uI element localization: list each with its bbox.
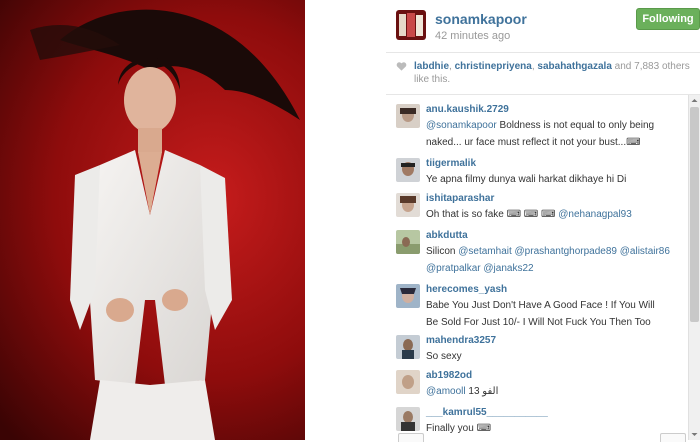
comment-mention[interactable]: @nehanagpal93 (558, 209, 632, 220)
bottom-control-left[interactable] (398, 433, 424, 442)
commenter-username[interactable]: herecomes_yash (426, 284, 507, 295)
likes-section: labdhie, christinepriyena, sabahathgazal… (386, 52, 700, 95)
commenter-username[interactable]: ishitaparashar (426, 193, 494, 204)
comment-mention[interactable]: @sonamkapoor (426, 120, 497, 131)
post-username[interactable]: sonamkapoor (435, 11, 527, 27)
commenter-username[interactable]: abkdutta (426, 230, 468, 241)
comment-text: @amooll 13 الفو (426, 386, 499, 397)
scroll-up-icon[interactable] (689, 95, 700, 106)
scrollbar-thumb[interactable] (690, 107, 699, 322)
commenter-username[interactable]: anu.kaushik.2729 (426, 104, 509, 115)
comment-text: @sonamkapoor Boldness is not equal to on… (426, 120, 655, 148)
bottom-control-right[interactable] (660, 433, 686, 442)
commenter-username[interactable]: tiigermalik (426, 158, 476, 169)
commenter-avatar[interactable] (396, 158, 420, 182)
scroll-down-icon[interactable] (689, 429, 700, 440)
liker-name[interactable]: sabahathgazala (537, 61, 611, 72)
post-sidebar: sonamkapoor 42 minutes ago Following lab… (386, 0, 700, 442)
likes-text: labdhie, christinepriyena, sabahathgazal… (414, 61, 690, 85)
user-avatar[interactable] (396, 10, 426, 40)
commenter-username[interactable]: ab1982od (426, 370, 472, 381)
commenter-username[interactable]: mahendra3257 (426, 335, 496, 346)
likes-count: 7,883 (634, 61, 660, 72)
commenter-avatar[interactable] (396, 284, 420, 308)
comment-text: Ye apna filmy dunya wali harkat dikhaye … (426, 174, 627, 185)
comments-list: anu.kaushik.2729 @sonamkapoor Boldness i… (386, 95, 686, 440)
comment-text: Finally you ⌨ (426, 423, 492, 434)
commenter-avatar[interactable] (396, 104, 420, 128)
commenter-avatar[interactable] (396, 335, 420, 359)
commenter-avatar[interactable] (396, 230, 420, 254)
photo-image (0, 0, 386, 440)
comment-text: So sexy (426, 351, 462, 362)
commenter-avatar[interactable] (396, 193, 420, 217)
commenter-avatar[interactable] (396, 407, 420, 431)
comment-text: Babe You Just Don't Have A Good Face ! I… (426, 300, 655, 328)
comment-mention[interactable]: @setamhait @prashantghorpade89 @alistair… (458, 246, 670, 257)
comment-text: Silicon @setamhait @prashantghorpade89 @… (426, 246, 670, 274)
commenter-avatar[interactable] (396, 370, 420, 394)
comment-mention[interactable]: @pratpalkar @janaks22 (426, 263, 534, 274)
post-header: sonamkapoor 42 minutes ago Following (386, 0, 700, 53)
commenter-username[interactable]: ___kamrul55___________ (426, 407, 548, 418)
comments-scrollbar[interactable] (688, 95, 700, 440)
liker-name[interactable]: christinepriyena (455, 61, 532, 72)
post-photo[interactable] (0, 0, 386, 440)
comment-text: Oh that is so fake ⌨ ⌨ ⌨ @nehanagpal93 (426, 209, 632, 220)
post-timestamp: 42 minutes ago (435, 30, 511, 42)
heart-icon[interactable] (396, 61, 407, 72)
following-button[interactable]: Following (636, 8, 700, 30)
comment-mention[interactable]: @amooll (426, 386, 466, 397)
liker-name[interactable]: labdhie (414, 61, 449, 72)
